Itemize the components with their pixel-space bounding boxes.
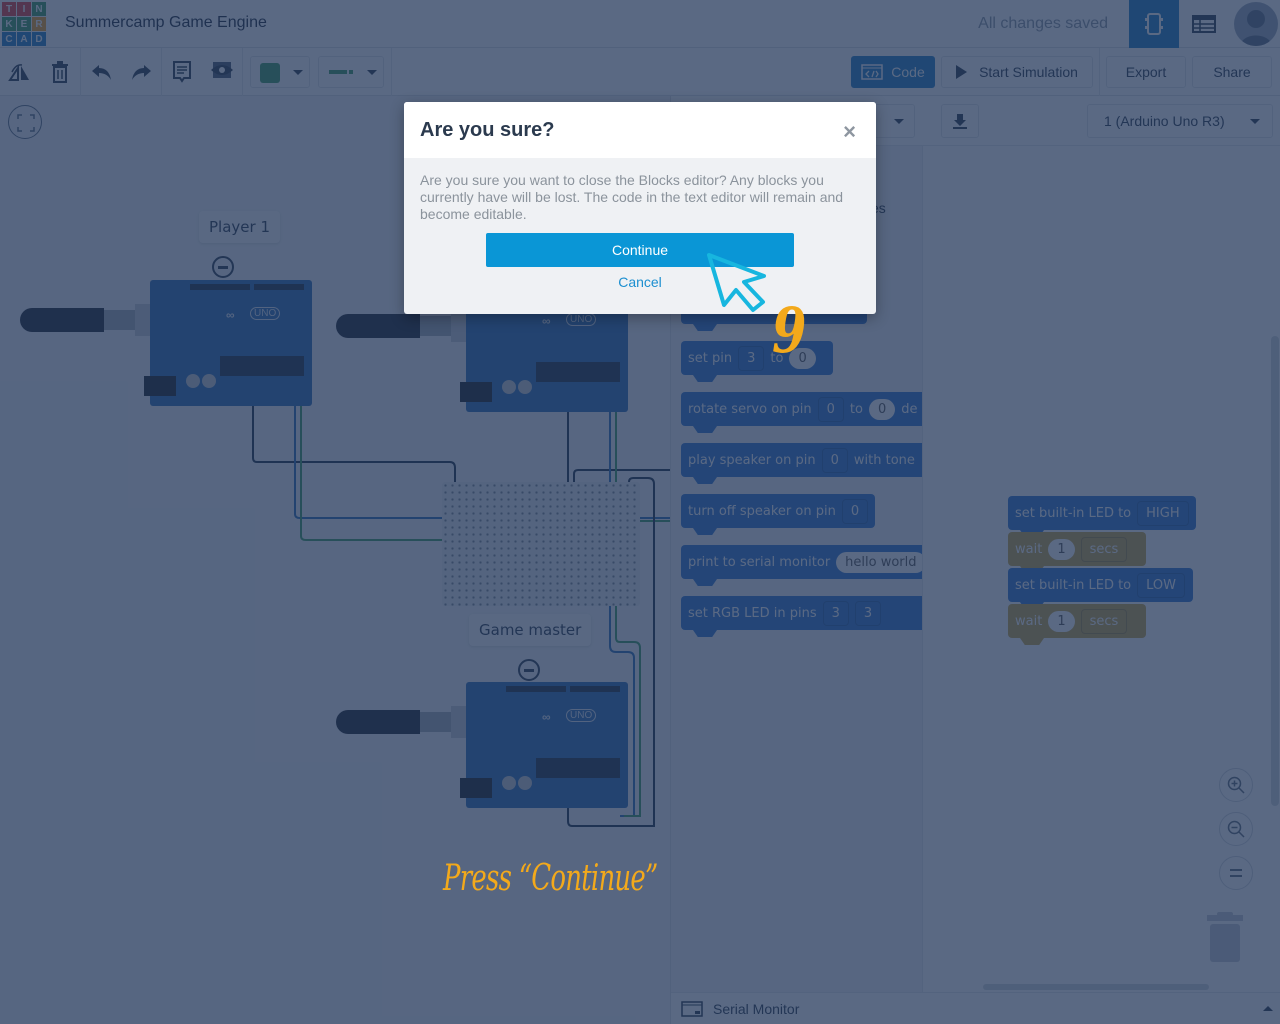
confirm-dialog: Are you sure? × Are you sure you want to…: [404, 102, 876, 314]
dialog-header: Are you sure? ×: [404, 102, 876, 158]
close-icon[interactable]: ×: [843, 119, 856, 145]
pointer-cursor-icon: [707, 253, 766, 312]
dialog-message: Are you sure you want to close the Block…: [420, 172, 844, 222]
step-number: 9: [772, 294, 807, 367]
instruction-text: Press “Continue”: [443, 858, 658, 899]
dialog-title: Are you sure?: [420, 119, 555, 141]
